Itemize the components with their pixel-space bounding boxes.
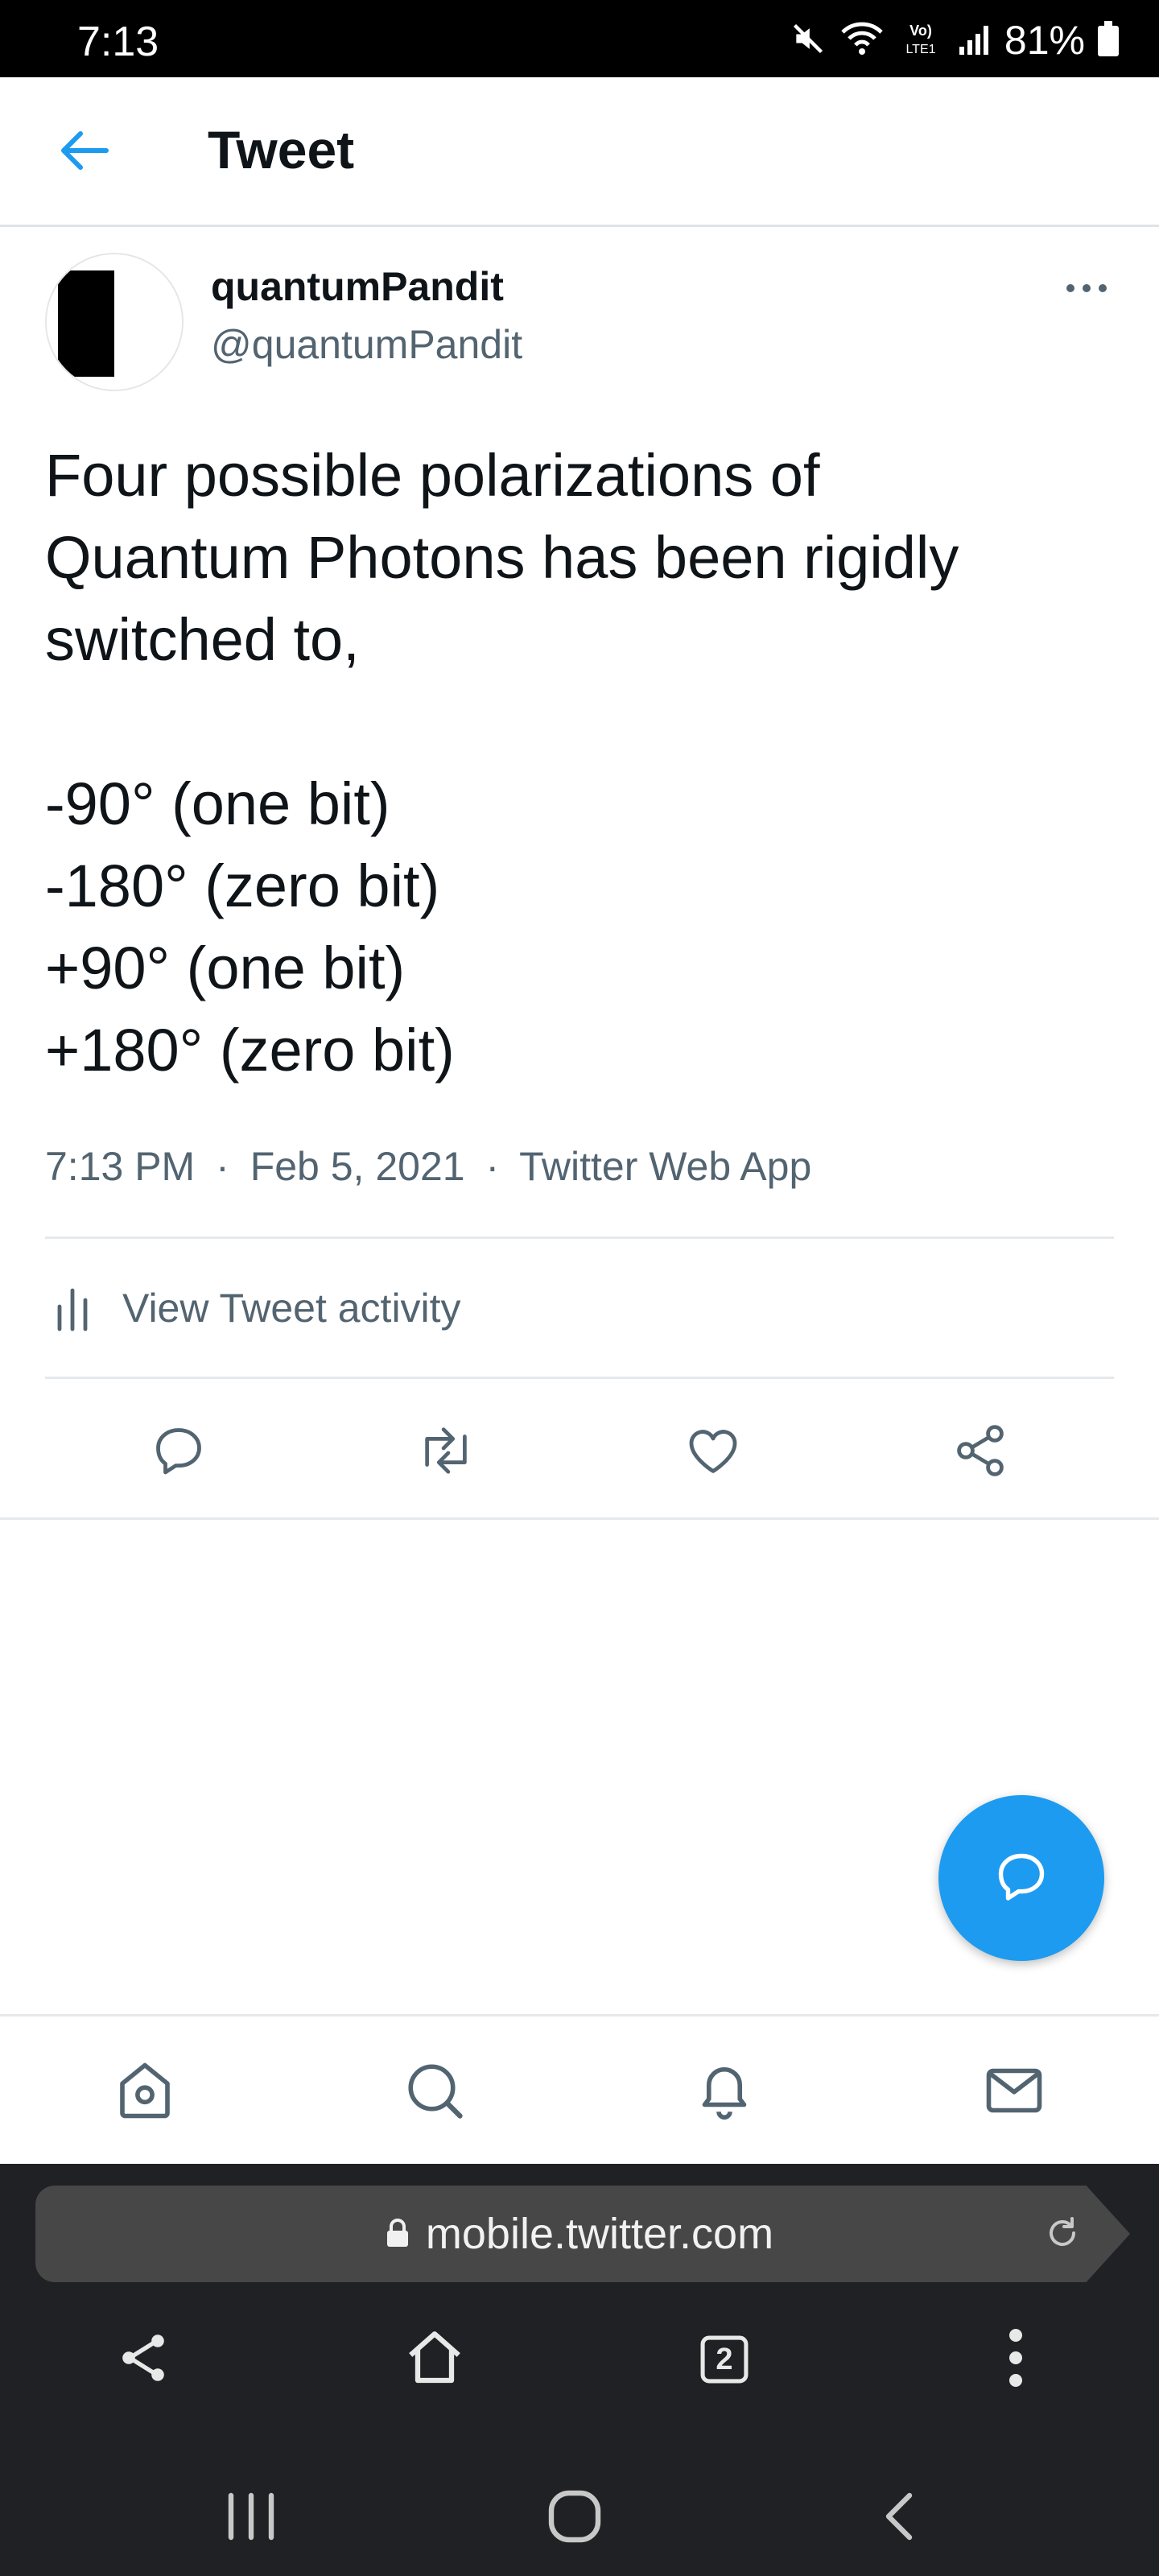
home-icon [111,2057,179,2128]
tweet-text-line: Four possible polarizations of [45,442,820,509]
tweet-metadata: 7:13 PM · Feb 5, 2021 · Twitter Web App [45,1138,811,1195]
reload-icon [1043,2214,1082,2256]
share-icon [114,2329,172,2391]
tweet-date[interactable]: Feb 5, 2021 [250,1144,465,1189]
wifi-icon [839,21,885,60]
tweet-text-line: -180° (zero bit) [45,852,440,919]
nav-messages-button[interactable] [975,2054,1053,2131]
back-button[interactable] [48,124,121,180]
home-icon [401,2324,468,2396]
analytics-icon [53,1284,98,1332]
page-title: Tweet [208,120,355,180]
share-button[interactable] [947,1418,1014,1486]
signal-icon [956,21,992,60]
browser-toolbar: mobile.twitter.com 2 [0,2164,1159,2576]
system-back-button[interactable] [858,2478,938,2558]
svg-text:Vo): Vo) [909,23,932,39]
recents-icon [223,2492,279,2545]
reply-icon [150,1422,208,1484]
battery-icon [1098,20,1119,60]
compose-reply-button[interactable] [938,1795,1104,1961]
compose-reply-icon [992,1847,1050,1909]
svg-text:LTE1: LTE1 [905,43,935,56]
tabs-icon: 2 [694,2329,755,2390]
view-tweet-activity-label: View Tweet activity [122,1286,461,1331]
retweet-button[interactable] [412,1418,480,1486]
reload-button[interactable] [1037,2209,1088,2260]
view-tweet-activity-button[interactable]: View Tweet activity [45,1240,1114,1377]
tweet-time[interactable]: 7:13 PM [45,1144,195,1189]
tweet-text-line: switched to, [45,606,360,673]
tweet-text-line: Quantum Photons has been rigidly [45,524,959,591]
tweet-text: Four possible polarizations of Quantum P… [45,435,1124,1092]
volte-icon: Vo) LTE1 [898,21,943,60]
retweet-icon [415,1422,476,1484]
divider [45,1236,1114,1239]
system-recents-button[interactable] [211,2478,291,2558]
like-button[interactable] [679,1418,747,1486]
more-vertical-icon [1008,2327,1024,2392]
back-arrow-icon [60,130,109,175]
browser-share-button[interactable] [105,2321,182,2398]
nav-home-button[interactable] [106,2054,184,2131]
reply-button[interactable] [145,1418,212,1486]
tweet-source-link[interactable]: Twitter Web App [519,1144,811,1189]
nav-notifications-button[interactable] [686,2054,763,2131]
share-icon [951,1422,1009,1484]
more-dots-icon [1064,283,1109,298]
author-handle[interactable]: @quantumPandit [211,320,522,369]
browser-home-button[interactable] [396,2321,473,2398]
tab-count: 2 [716,2342,733,2376]
status-time: 7:13 [77,19,159,65]
app-header: Tweet [0,77,1159,227]
bottom-navigation [0,2014,1159,2164]
system-home-button[interactable] [534,2478,615,2558]
battery-percentage: 81% [1004,18,1085,63]
status-icons: Vo) LTE1 81% [790,18,1119,63]
separator-dot: · [216,1144,229,1189]
back-chevron-icon [881,2491,916,2546]
like-icon [684,1422,742,1484]
search-icon [401,2057,468,2128]
author-name[interactable]: quantumPandit [211,262,504,311]
url-bar[interactable] [35,2186,1130,2282]
tweet-text-line [45,681,1124,763]
mute-icon [790,21,826,60]
separator-dot: · [485,1144,500,1189]
browser-menu-button[interactable] [977,2321,1054,2398]
home-circle-icon [547,2488,603,2549]
notifications-icon [691,2057,758,2128]
tweet-action-bar [0,1378,1159,1520]
avatar[interactable] [45,253,184,391]
nav-search-button[interactable] [396,2054,473,2131]
messages-icon [980,2057,1048,2128]
tweet-text-line: +180° (zero bit) [45,1017,455,1084]
tweet-text-line: +90° (one bit) [45,935,406,1001]
browser-tabs-button[interactable]: 2 [686,2321,763,2398]
status-bar: 7:13 Vo) LTE1 81% [0,0,1159,77]
more-options-button[interactable] [1054,274,1119,306]
tweet-text-line: -90° (one bit) [45,770,390,837]
